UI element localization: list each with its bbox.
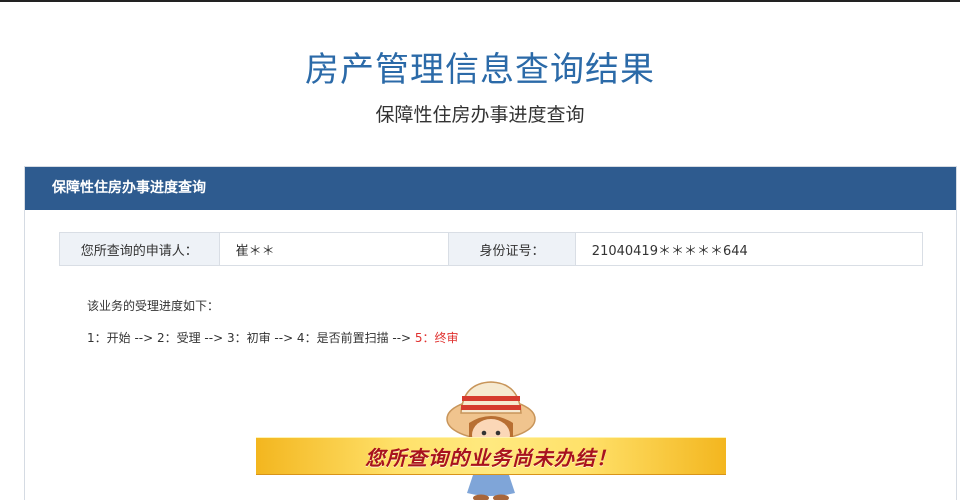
page-title: 房产管理信息查询结果 [305, 50, 655, 90]
id-number-value: 21040419＊＊＊＊＊644 [575, 233, 922, 265]
applicant-info-row: 您所查询的申请人： 崔＊＊ 身份证号： 21040419＊＊＊＊＊644 [59, 232, 923, 266]
panel-header: 保障性住房办事进度查询 [25, 167, 956, 210]
id-number-label: 身份证号： [449, 233, 576, 265]
notice-banner: 您所查询的业务尚未办结！ [256, 437, 726, 475]
progress-intro: 该业务的受理进度如下： [87, 299, 220, 313]
page: 房产管理信息查询结果 保障性住房办事进度查询 保障性住房办事进度查询 您所查询的… [0, 0, 960, 500]
notice-message: 您所查询的业务尚未办结！ [365, 445, 617, 470]
applicant-label: 您所查询的申请人： [60, 233, 220, 265]
page-subtitle: 保障性住房办事进度查询 [375, 104, 585, 126]
progress-current-step: 5：终审 [414, 331, 459, 345]
progress-completed-steps: 1：开始 --> 2：受理 --> 3：初审 --> 4：是否前置扫描 --> [87, 331, 415, 345]
query-panel: 保障性住房办事进度查询 您所查询的申请人： 崔＊＊ 身份证号： 21040419… [24, 166, 957, 500]
applicant-value: 崔＊＊ [219, 233, 450, 265]
progress-steps: 1：开始 --> 2：受理 --> 3：初审 --> 4：是否前置扫描 --> … [87, 329, 459, 346]
